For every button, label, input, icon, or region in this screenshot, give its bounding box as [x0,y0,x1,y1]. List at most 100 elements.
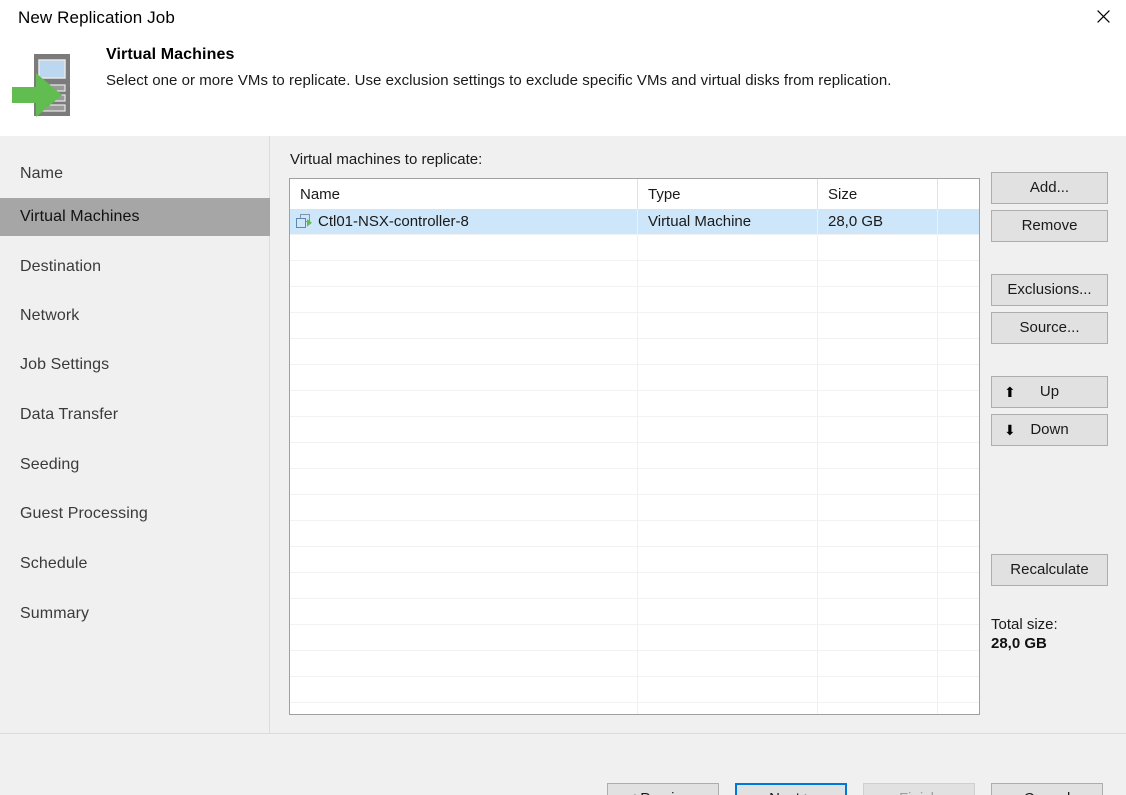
cell-empty [290,625,638,650]
table-row-empty[interactable] [290,391,979,417]
sidebar-item-name[interactable]: Name [0,155,270,193]
cell-empty [638,573,818,598]
table-row-empty[interactable] [290,443,979,469]
cell-empty [290,235,638,260]
table-row-empty[interactable] [290,261,979,287]
table-row-empty[interactable] [290,599,979,625]
table-row-empty[interactable] [290,417,979,443]
table-row-empty[interactable] [290,573,979,599]
cell-empty [638,599,818,624]
cell-empty [638,521,818,546]
cell-empty [818,235,938,260]
cell-empty [290,599,638,624]
replication-server-arrow-icon [12,49,96,125]
cell-spacer [938,443,979,468]
move-down-button[interactable]: ⬇ Down [991,414,1108,446]
cell-size: 28,0 GB [818,209,938,234]
cell-empty [638,469,818,494]
add-button[interactable]: Add... [991,172,1108,204]
dialog-footer: < Previous Next > Finish Cancel [0,734,1126,795]
cell-empty [290,547,638,572]
cell-spacer [938,521,979,546]
table-row-empty[interactable] [290,339,979,365]
column-header-size[interactable]: Size [818,179,938,209]
total-size-label: Total size: [991,616,1058,633]
cell-empty [818,599,938,624]
table-row[interactable]: Ctl01-NSX-controller-8 Virtual Machine 28,… [290,209,979,235]
cell-empty [290,495,638,520]
cell-spacer [938,339,979,364]
table-row-empty[interactable] [290,365,979,391]
table-row-empty[interactable] [290,469,979,495]
new-replication-job-dialog: New Replication Job Virtual Machines Sel… [0,0,1126,795]
sidebar-item-destination[interactable]: Destination [0,248,270,286]
next-button[interactable]: Next > [735,783,847,795]
sidebar-item-schedule[interactable]: Schedule [0,545,270,583]
cell-empty [818,313,938,338]
remove-button[interactable]: Remove [991,210,1108,242]
table-row-empty[interactable] [290,625,979,651]
sidebar-item-data-transfer[interactable]: Data Transfer [0,396,270,434]
cell-empty [638,677,818,702]
previous-button[interactable]: < Previous [607,783,719,795]
cell-empty [818,521,938,546]
cell-spacer [938,365,979,390]
cell-spacer [938,677,979,702]
cell-empty [638,703,818,714]
cell-spacer [938,287,979,312]
cell-empty [818,573,938,598]
column-header-name[interactable]: Name [290,179,638,209]
cell-empty [638,443,818,468]
table-row-empty[interactable] [290,521,979,547]
table-row-empty[interactable] [290,651,979,677]
cell-empty [818,703,938,714]
cell-empty [818,547,938,572]
cell-empty [290,521,638,546]
main-panel: Virtual machines to replicate: Name Type… [271,136,1126,733]
cell-empty [818,339,938,364]
close-icon[interactable] [1080,0,1126,32]
sidebar-item-job-settings[interactable]: Job Settings [0,346,270,384]
table-row-empty[interactable] [290,547,979,573]
arrow-up-icon: ⬆ [1004,384,1016,400]
column-header-type[interactable]: Type [638,179,818,209]
cell-spacer [938,469,979,494]
cell-empty [290,469,638,494]
cell-empty [638,417,818,442]
dialog-header: Virtual Machines Select one or more VMs … [0,36,1126,136]
cell-empty [818,443,938,468]
cell-empty [638,495,818,520]
column-header-spacer [938,179,979,209]
cell-empty [818,469,938,494]
move-up-button[interactable]: ⬆ Up [991,376,1108,408]
sidebar-item-virtual-machines[interactable]: Virtual Machines [0,198,270,236]
table-row-empty[interactable] [290,703,979,714]
cell-spacer [938,391,979,416]
source-button[interactable]: Source... [991,312,1108,344]
sidebar-item-seeding[interactable]: Seeding [0,446,270,484]
cell-empty [290,365,638,390]
table-row-empty[interactable] [290,287,979,313]
table-row-empty[interactable] [290,677,979,703]
move-down-label: Down [1030,421,1069,438]
cell-empty [818,391,938,416]
sidebar-item-summary[interactable]: Summary [0,595,270,633]
table-row-empty[interactable] [290,313,979,339]
table-row-empty[interactable] [290,235,979,261]
table-row-empty[interactable] [290,495,979,521]
cancel-button[interactable]: Cancel [991,783,1103,795]
recalculate-button[interactable]: Recalculate [991,554,1108,586]
sidebar-item-network[interactable]: Network [0,297,270,335]
cell-spacer [938,703,979,714]
vm-table: Name Type Size Ctl01-NSX-controller-8 Vir… [289,178,980,715]
cell-empty [290,391,638,416]
exclusions-button[interactable]: Exclusions... [991,274,1108,306]
sidebar-item-guest-processing[interactable]: Guest Processing [0,495,270,533]
cell-empty [290,417,638,442]
cell-spacer [938,417,979,442]
cell-empty [818,677,938,702]
cell-empty [290,443,638,468]
cell-empty [638,625,818,650]
cell-empty [290,261,638,286]
